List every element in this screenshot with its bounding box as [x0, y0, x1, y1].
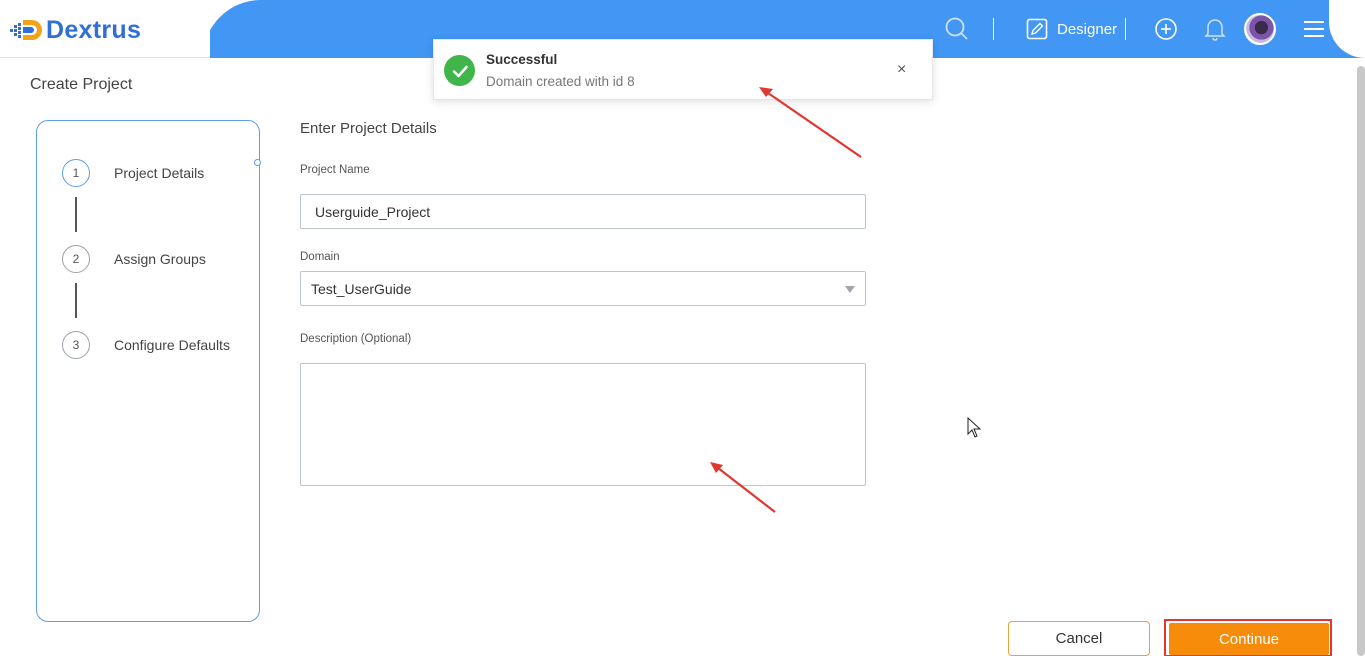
page-scrollbar[interactable] — [1357, 66, 1365, 656]
designer-switch[interactable]: Designer — [1026, 0, 1117, 58]
header-divider — [993, 18, 994, 40]
bell-icon — [1204, 19, 1226, 41]
close-icon[interactable]: × — [897, 60, 906, 80]
step-label: Project Details — [114, 165, 205, 181]
stepper-indicator — [254, 159, 261, 166]
stepper-panel — [36, 120, 260, 622]
search-icon — [945, 17, 968, 40]
step-connector — [75, 283, 77, 318]
description-textarea[interactable] — [300, 363, 866, 486]
step-connector — [75, 197, 77, 232]
dextrus-logo-icon — [10, 20, 42, 40]
menu-button[interactable] — [1303, 0, 1325, 58]
step-project-details[interactable]: 1 Project Details — [62, 159, 204, 187]
page-title: Create Project — [30, 76, 133, 93]
dextrus-logo[interactable]: Dextrus — [10, 16, 141, 44]
domain-label: Domain — [300, 251, 340, 263]
add-circle-icon — [1155, 18, 1177, 40]
domain-value: Test_UserGuide — [311, 280, 412, 297]
check-circle-icon — [444, 55, 475, 86]
description-label: Description (Optional) — [300, 333, 412, 345]
chevron-down-icon — [845, 286, 855, 293]
notifications-button[interactable] — [1204, 0, 1226, 58]
add-button[interactable] — [1154, 0, 1178, 58]
project-name-label: Project Name — [300, 164, 370, 176]
success-toast: Successful Domain created with id 8 × — [433, 39, 933, 100]
cancel-button[interactable]: Cancel — [1008, 621, 1150, 656]
continue-button[interactable]: Continue — [1169, 623, 1329, 655]
step-label: Assign Groups — [114, 251, 206, 267]
toast-message: Domain created with id 8 — [486, 74, 635, 89]
mouse-cursor-icon — [967, 416, 982, 438]
step-label: Configure Defaults — [114, 337, 230, 353]
search-button[interactable] — [944, 0, 970, 58]
user-avatar-button[interactable] — [1244, 0, 1276, 58]
designer-label: Designer — [1057, 20, 1118, 38]
step-number: 3 — [62, 331, 90, 359]
toast-title: Successful — [486, 52, 558, 67]
logo-area: Dextrus — [0, 0, 210, 58]
step-number: 1 — [62, 159, 90, 187]
menu-icon — [1304, 21, 1324, 37]
header-divider — [1125, 18, 1126, 40]
step-configure-defaults[interactable]: 3 Configure Defaults — [62, 331, 230, 359]
section-title: Enter Project Details — [300, 120, 437, 137]
project-name-input[interactable]: Userguide_Project — [300, 194, 866, 229]
step-assign-groups[interactable]: 2 Assign Groups — [62, 245, 206, 273]
avatar — [1244, 13, 1276, 45]
domain-select[interactable]: Test_UserGuide — [300, 271, 866, 306]
app-name: Dextrus — [46, 16, 142, 44]
project-name-value: Userguide_Project — [315, 203, 431, 220]
step-number: 2 — [62, 245, 90, 273]
edit-icon — [1026, 18, 1048, 40]
